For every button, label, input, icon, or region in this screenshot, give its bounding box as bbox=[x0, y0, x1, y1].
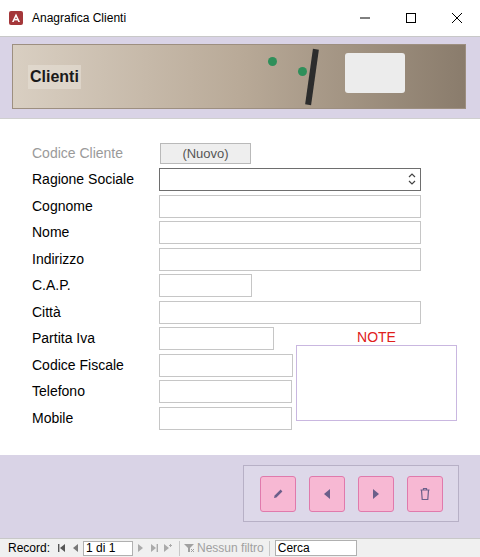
title-bar: Anagrafica Clienti bbox=[0, 0, 480, 36]
field-input[interactable] bbox=[159, 301, 421, 324]
field-label: Cognome bbox=[32, 196, 159, 217]
form-header: Clienti bbox=[0, 36, 480, 118]
form-row: Ragione Sociale bbox=[32, 167, 480, 194]
filter-button[interactable]: Nessun filtro bbox=[184, 539, 264, 557]
form-body: Codice Cliente (Nuovo) Ragione Sociale Cogn… bbox=[0, 118, 480, 455]
form-row: Indirizzo bbox=[32, 246, 480, 273]
next-record-icon bbox=[136, 544, 144, 552]
field-label: Codice Fiscale bbox=[32, 355, 159, 376]
form-row: Partita Iva bbox=[32, 326, 296, 353]
banner-photo-shape bbox=[268, 57, 277, 66]
minimize-button[interactable] bbox=[342, 0, 388, 36]
close-icon bbox=[452, 13, 462, 23]
field-input[interactable] bbox=[159, 168, 421, 191]
combo-field[interactable] bbox=[159, 168, 421, 191]
text-field[interactable] bbox=[159, 380, 292, 403]
field-input[interactable] bbox=[159, 248, 421, 271]
window-title: Anagrafica Clienti bbox=[32, 9, 126, 27]
field-input[interactable] bbox=[159, 407, 292, 430]
field-value: (Nuovo) bbox=[182, 144, 228, 164]
next-record-button[interactable] bbox=[133, 540, 147, 556]
left-arrow-icon bbox=[321, 488, 333, 500]
form-row: Mobile bbox=[32, 405, 296, 432]
separator bbox=[269, 541, 270, 556]
text-field[interactable] bbox=[159, 407, 292, 430]
banner-photo-shape bbox=[345, 53, 405, 93]
new-record-button[interactable] bbox=[161, 540, 175, 556]
field-label: Ragione Sociale bbox=[32, 169, 159, 190]
form-row: Codice Cliente (Nuovo) bbox=[32, 140, 480, 167]
record-label: Record: bbox=[8, 539, 50, 557]
form-row: Cognome bbox=[32, 193, 480, 220]
filter-icon bbox=[184, 543, 194, 553]
text-field[interactable] bbox=[159, 274, 252, 297]
notes-field[interactable] bbox=[296, 345, 457, 421]
header-banner: Clienti bbox=[12, 44, 466, 109]
close-button[interactable] bbox=[434, 0, 480, 36]
form-footer bbox=[0, 455, 480, 538]
text-field[interactable] bbox=[159, 301, 421, 324]
form-row: Nome bbox=[32, 220, 480, 247]
trash-icon bbox=[419, 487, 431, 501]
form-title: Clienti bbox=[28, 65, 81, 89]
field-label: Telefono bbox=[32, 381, 159, 402]
separator bbox=[179, 541, 180, 556]
minimize-icon bbox=[360, 13, 370, 23]
previous-record-button[interactable] bbox=[69, 540, 83, 556]
record-navigation-bar: Record: 1 di 1 Nessun filtro bbox=[0, 538, 480, 557]
banner-photo-shape bbox=[298, 67, 307, 76]
first-record-icon bbox=[58, 544, 66, 552]
form-row: Codice Fiscale bbox=[32, 352, 296, 379]
previous-record-icon bbox=[72, 544, 80, 552]
form-row: C.A.P. bbox=[32, 273, 480, 300]
new-record-icon bbox=[164, 544, 172, 552]
search-input[interactable] bbox=[275, 540, 357, 556]
notes-label: NOTE bbox=[296, 329, 457, 345]
edit-button[interactable] bbox=[260, 476, 296, 512]
last-record-button[interactable] bbox=[147, 540, 161, 556]
pencil-icon bbox=[272, 488, 284, 500]
right-arrow-icon bbox=[370, 488, 382, 500]
field-label: Città bbox=[32, 302, 159, 323]
field-input[interactable] bbox=[159, 195, 421, 218]
record-position[interactable]: 1 di 1 bbox=[83, 541, 133, 556]
field-input[interactable] bbox=[159, 274, 252, 297]
field-label: Codice Cliente bbox=[32, 143, 159, 164]
form-row: Città bbox=[32, 299, 480, 326]
text-field[interactable] bbox=[159, 248, 421, 271]
field-label: Indirizzo bbox=[32, 249, 159, 270]
field-input[interactable] bbox=[159, 221, 421, 244]
text-field[interactable] bbox=[159, 195, 421, 218]
first-record-button[interactable] bbox=[55, 540, 69, 556]
button-group bbox=[243, 465, 459, 522]
field-input[interactable] bbox=[159, 354, 293, 377]
codice-cliente-field: (Nuovo) bbox=[160, 143, 251, 164]
form-row: Telefono bbox=[32, 379, 296, 406]
field-label: C.A.P. bbox=[32, 275, 159, 296]
field-label: Partita Iva bbox=[32, 328, 159, 349]
maximize-icon bbox=[406, 13, 416, 23]
delete-button[interactable] bbox=[407, 476, 443, 512]
field-input[interactable] bbox=[159, 380, 292, 403]
banner-photo-shape bbox=[305, 49, 319, 105]
maximize-button[interactable] bbox=[388, 0, 434, 36]
access-app-icon bbox=[8, 10, 24, 26]
last-record-icon bbox=[150, 544, 158, 552]
field-label: Mobile bbox=[32, 408, 159, 429]
text-field[interactable] bbox=[159, 354, 293, 377]
filter-label: Nessun filtro bbox=[197, 539, 264, 557]
spinner-icon bbox=[407, 171, 417, 187]
field-input[interactable] bbox=[159, 327, 274, 350]
field-label: Nome bbox=[32, 222, 159, 243]
text-field[interactable] bbox=[159, 327, 274, 350]
next-button[interactable] bbox=[358, 476, 394, 512]
previous-button[interactable] bbox=[309, 476, 345, 512]
text-field[interactable] bbox=[159, 221, 421, 244]
